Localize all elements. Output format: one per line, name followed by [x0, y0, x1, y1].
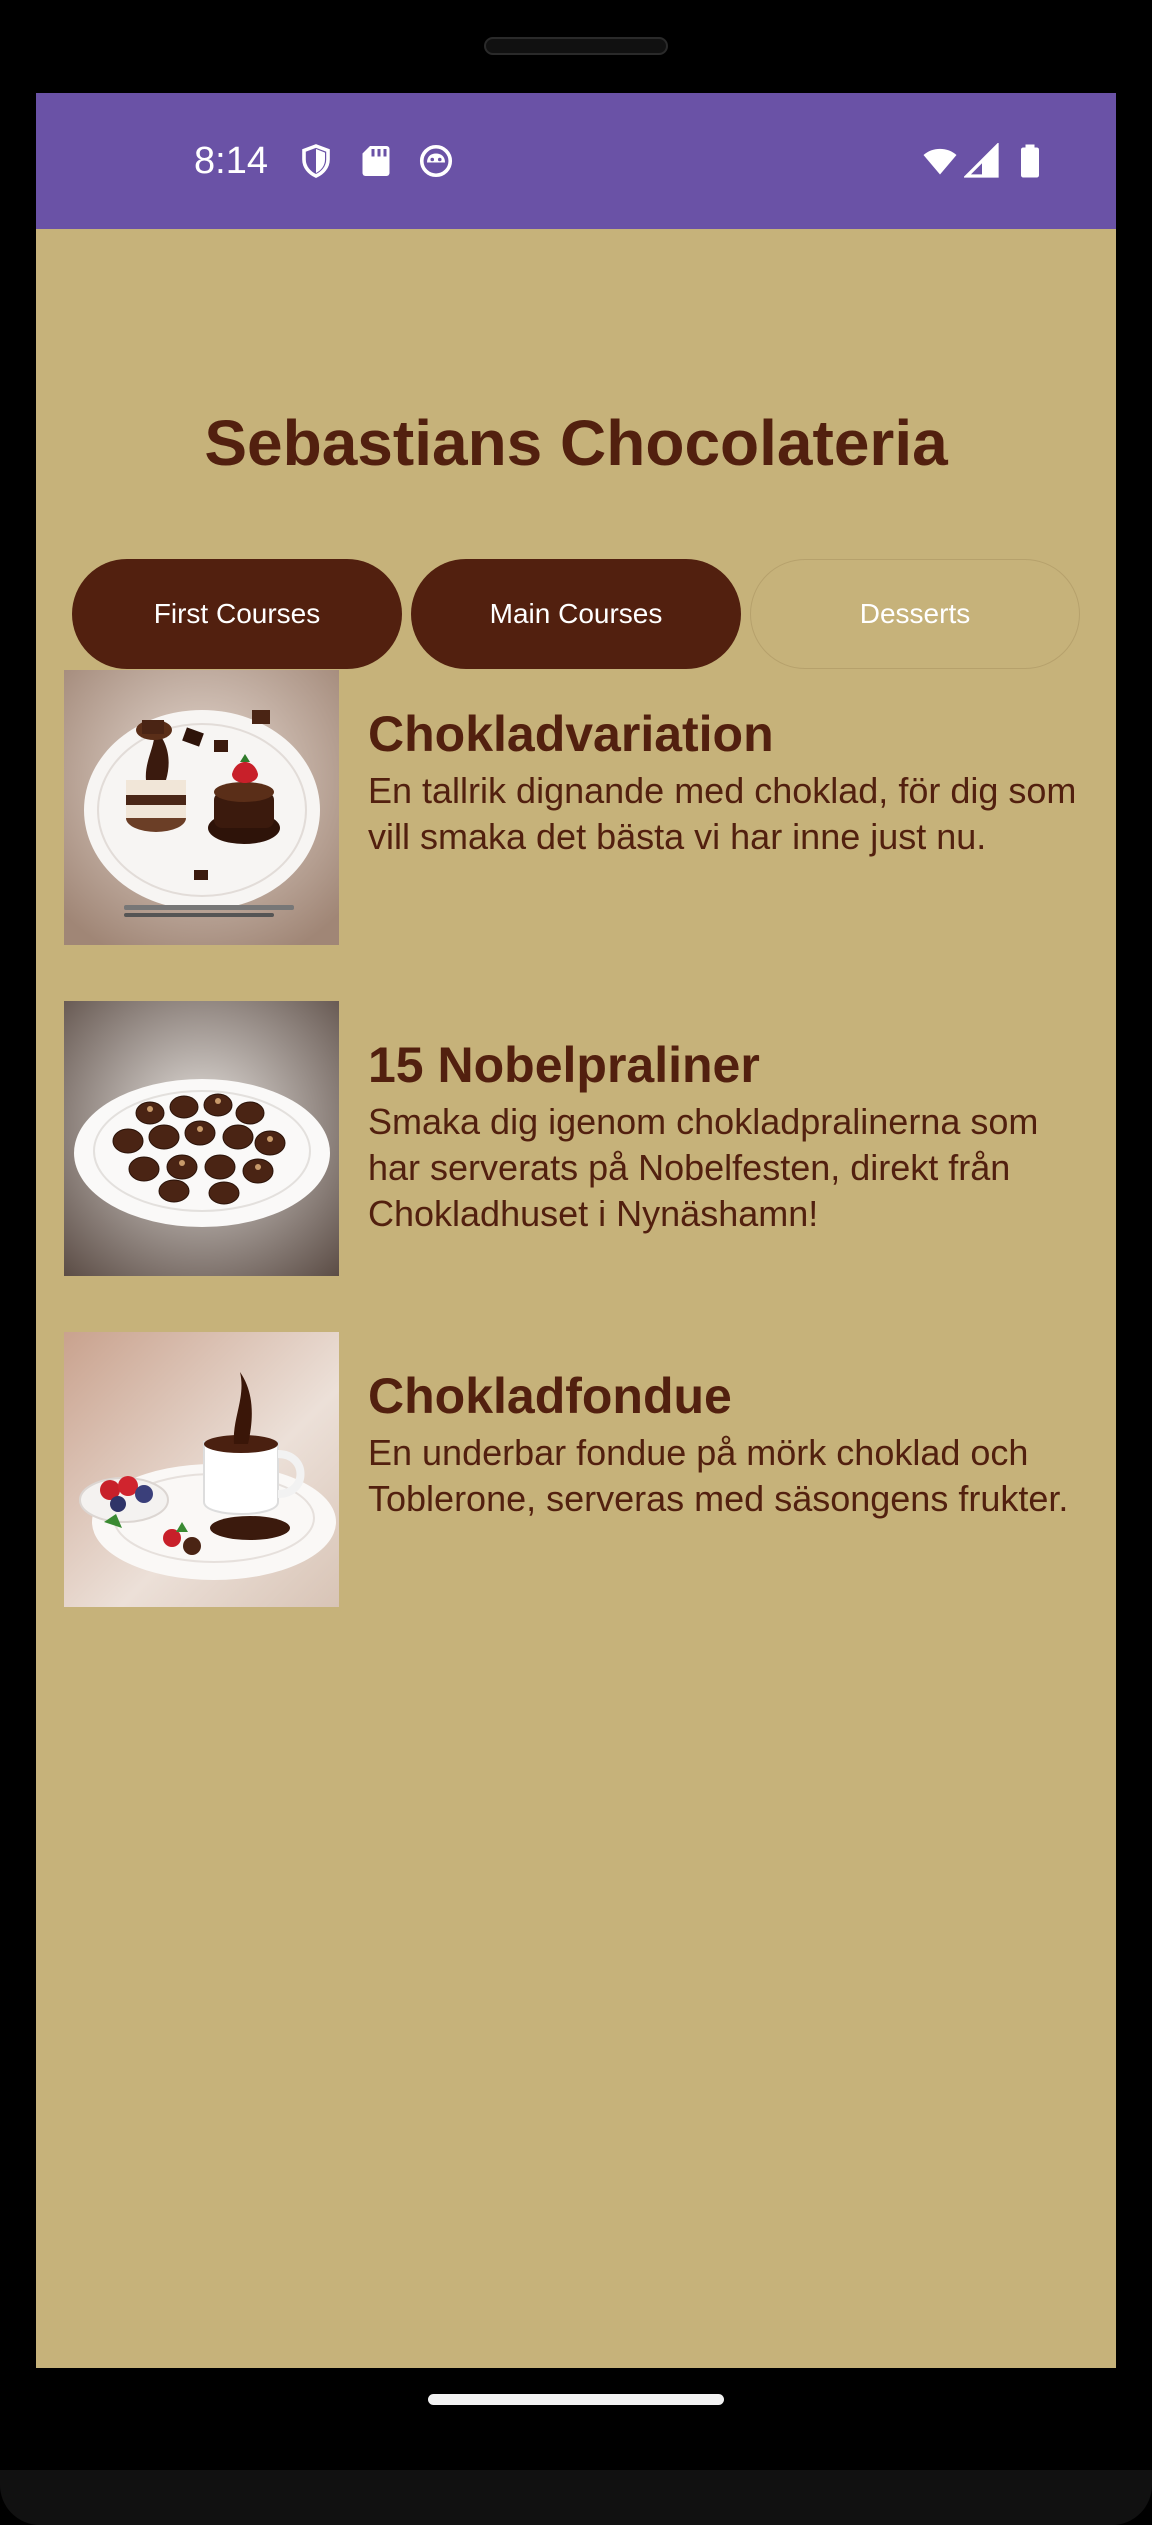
notification-face-icon — [418, 143, 454, 179]
menu-item-text: 15 Nobelpraliner Smaka dig igenom chokla… — [368, 1033, 1088, 1237]
battery-icon — [1012, 143, 1048, 179]
menu-item[interactable]: Chokladvariation En tallrik dignande med… — [64, 670, 1094, 945]
menu-item-name: Chokladvariation — [368, 706, 774, 762]
menu-item-text: Chokladvariation En tallrik dignande med… — [368, 702, 1088, 860]
menu-item-name: Chokladfondue — [368, 1368, 732, 1424]
home-gesture-handle[interactable] — [428, 2394, 724, 2405]
earpiece-speaker — [484, 37, 668, 55]
menu-item-description: Smaka dig igenom chokladpralinerna som h… — [368, 1101, 1039, 1234]
menu-item[interactable]: 15 Nobelpraliner Smaka dig igenom chokla… — [64, 1001, 1094, 1276]
phone-frame: 8:14 Sebastians Chocolateria First Cours… — [0, 0, 1152, 2525]
chocolate-fondue-image — [64, 1332, 339, 1607]
menu-item-text: Chokladfondue En underbar fondue på mörk… — [368, 1364, 1088, 1522]
tab-main-courses[interactable]: Main Courses — [411, 559, 741, 669]
device-bottom-bezel — [0, 2470, 1152, 2525]
status-bar: 8:14 — [36, 93, 1116, 229]
app-screen: 8:14 Sebastians Chocolateria First Cours… — [36, 93, 1116, 2368]
status-time: 8:14 — [194, 140, 268, 182]
shield-icon — [298, 143, 334, 179]
sd-card-icon — [358, 143, 394, 179]
chocolate-variation-image — [64, 670, 339, 945]
menu-item-name: 15 Nobelpraliner — [368, 1037, 760, 1093]
wifi-icon — [918, 143, 962, 179]
cell-signal-icon — [964, 143, 1000, 179]
menu-item[interactable]: Chokladfondue En underbar fondue på mörk… — [64, 1332, 1094, 1607]
tab-desserts[interactable]: Desserts — [750, 559, 1080, 669]
app-title: Sebastians Chocolateria — [204, 407, 948, 479]
tab-first-courses[interactable]: First Courses — [72, 559, 402, 669]
menu-item-description: En underbar fondue på mörk choklad och T… — [368, 1432, 1069, 1519]
menu-item-description: En tallrik dignande med choklad, för dig… — [368, 770, 1077, 857]
nobel-pralines-image — [64, 1001, 339, 1276]
